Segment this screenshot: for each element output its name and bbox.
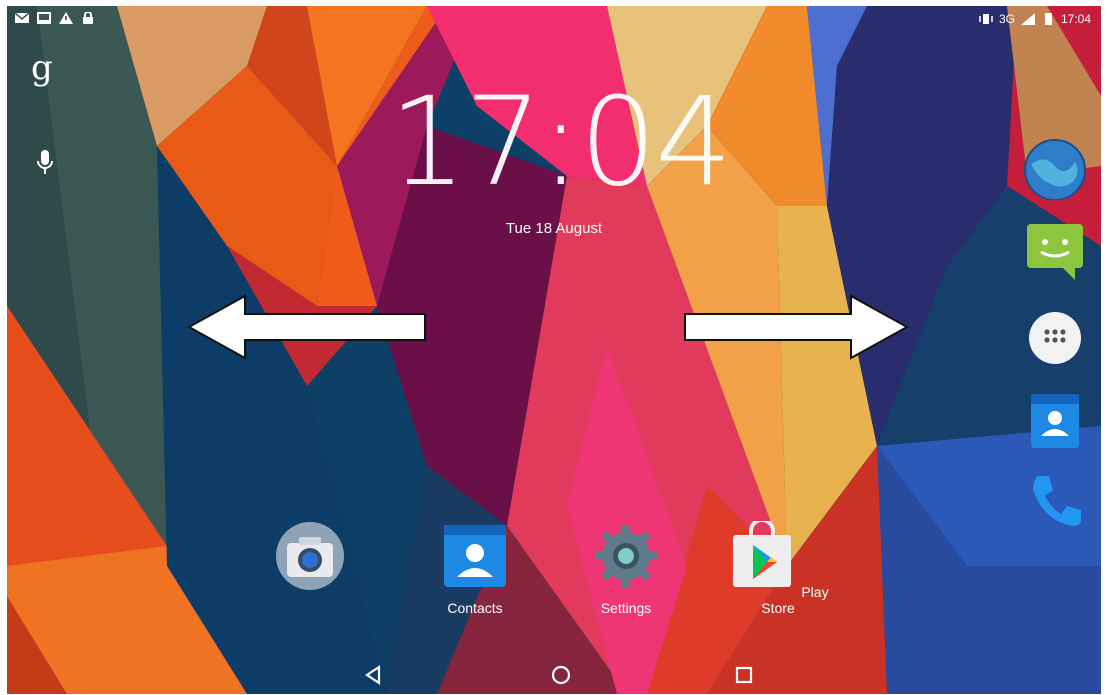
google-search-button[interactable]: g [31, 48, 53, 88]
dock-app-contacts[interactable]: Contacts [420, 521, 530, 616]
microphone-icon[interactable] [37, 150, 53, 176]
battery-icon [1044, 13, 1052, 25]
settings-label: Settings [600, 600, 652, 616]
dock-app-play-store[interactable]: Play Store [723, 518, 833, 616]
dock-app-camera[interactable] [255, 521, 365, 600]
camera-icon [276, 522, 344, 590]
lock-icon [83, 12, 93, 24]
status-time: 17:04 [1060, 12, 1091, 26]
vibrate-icon [979, 14, 993, 24]
back-button[interactable] [359, 660, 389, 690]
dock-app-settings[interactable]: Settings [571, 521, 681, 616]
messaging-icon[interactable] [1023, 220, 1087, 284]
recents-button[interactable] [729, 660, 759, 690]
signal-icon [1020, 13, 1035, 25]
phone-icon[interactable] [1023, 468, 1087, 532]
lockscreen-date: Tue 18 August [505, 220, 603, 237]
status-left-icons [15, 12, 95, 24]
status-right-icons: 3G 17:04 [979, 12, 1091, 26]
app-drawer-icon[interactable] [1023, 306, 1087, 370]
network-type: 3G [998, 12, 1015, 26]
dock: Contacts Settings Play Store [275, 518, 829, 641]
left-arrow [187, 294, 426, 360]
contacts-icon [444, 525, 506, 587]
warning-icon [59, 12, 73, 24]
contacts-icon[interactable] [1023, 388, 1087, 452]
play-store-icon [733, 518, 792, 587]
contacts-label: Contacts [447, 600, 503, 616]
mail-icon [15, 12, 29, 23]
right-arrow [684, 294, 909, 360]
navigation-bar [7, 654, 1101, 694]
lockscreen-clock: 17:04 [389, 71, 733, 213]
browser-icon[interactable] [1023, 136, 1087, 200]
home-button[interactable] [546, 660, 576, 690]
settings-icon [595, 525, 657, 587]
status-bar: 3G 17:04 [7, 6, 1101, 34]
tablet-screen: 3G 17:04 g 17:04 Tue 18 August Contacts … [7, 6, 1101, 694]
image-icon [37, 12, 51, 24]
